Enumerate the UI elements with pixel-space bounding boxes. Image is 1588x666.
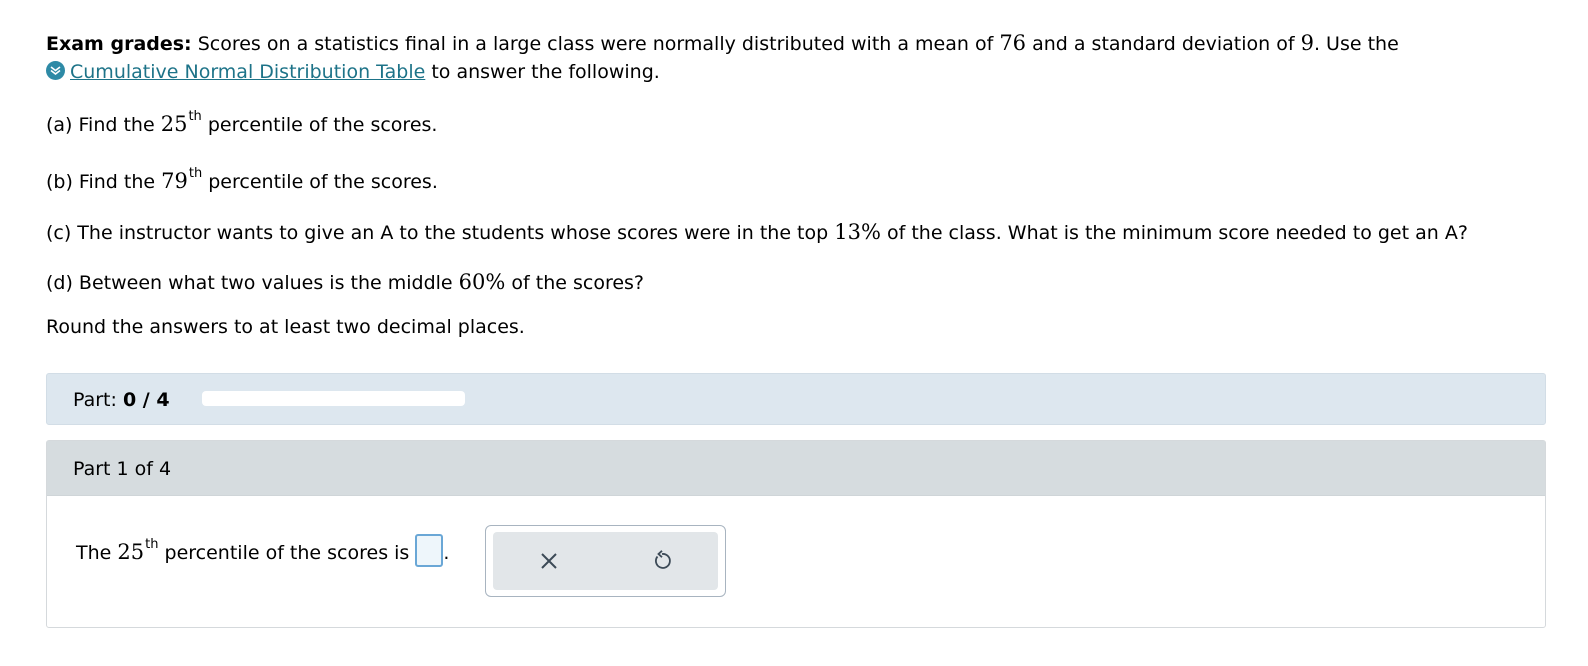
undo-icon[interactable] (650, 549, 674, 573)
progress-value: 0 / 4 (122, 389, 170, 411)
problem-intro-2: and a standard deviation of (1032, 33, 1295, 55)
question-a-pre: (a) Find the (46, 114, 155, 136)
rounding-instructions: Round the answers to at least two decima… (46, 316, 525, 338)
problem-line-2: Cumulative Normal Distribution Table to … (46, 59, 660, 83)
question-c-pre: (c) The instructor wants to give an A to… (46, 222, 829, 244)
question-b-post: percentile of the scores. (208, 171, 438, 193)
question-a-sup: th (188, 108, 202, 124)
question-c-num: 13% (834, 220, 881, 244)
expand-chevron-icon[interactable] (46, 61, 65, 80)
progress-label: Part: 0 / 4 (73, 389, 170, 411)
question-b-num: 79 (161, 169, 188, 193)
answer-post: percentile of the scores is (164, 542, 410, 564)
problem-line-1: Exam grades: Scores on a statistics fina… (46, 31, 1399, 55)
question-d-pre: (d) Between what two values is the middl… (46, 272, 453, 294)
progress-panel: Part: 0 / 4 (46, 373, 1546, 425)
answer-line: The 25th percentile of the scores is. (76, 534, 450, 570)
answer-tools-inner (493, 532, 718, 590)
close-icon[interactable] (537, 549, 561, 573)
question-d-num: 60% (458, 270, 506, 294)
answer-sup: th (145, 536, 159, 552)
answer-input[interactable] (415, 534, 444, 567)
question-a: (a) Find the 25th percentile of the scor… (46, 108, 438, 136)
question-d-post: of the scores? (511, 272, 645, 294)
mean-value: 76 (999, 31, 1027, 55)
problem-intro-3: . Use the (1313, 33, 1399, 55)
question-a-num: 25 (160, 112, 188, 136)
progress-bar (202, 391, 465, 406)
question-c: (c) The instructor wants to give an A to… (46, 220, 1468, 244)
answer-end: . (443, 542, 450, 564)
question-c-post: of the class. What is the minimum score … (886, 222, 1468, 244)
normal-table-link[interactable]: Cumulative Normal Distribution Table (70, 61, 425, 83)
part-header-title: Part 1 of 4 (73, 458, 172, 480)
question-a-post: percentile of the scores. (207, 114, 438, 136)
sd-value: 9 (1300, 31, 1314, 55)
answer-tools (485, 525, 726, 597)
progress-label-text: Part: (73, 389, 117, 411)
problem-title: Exam grades: (46, 33, 192, 55)
part-panel: Part 1 of 4 The 25th percentile of the s… (46, 440, 1546, 628)
question-b-pre: (b) Find the (46, 171, 156, 193)
question-b: (b) Find the 79th percentile of the scor… (46, 165, 438, 193)
answer-num: 25 (117, 540, 145, 564)
answer-pre: The (76, 542, 112, 564)
question-b-sup: th (188, 165, 203, 181)
problem-intro-1: Scores on a statistics final in a large … (197, 33, 994, 55)
question-d: (d) Between what two values is the middl… (46, 270, 644, 294)
part-header: Part 1 of 4 (47, 441, 1545, 496)
problem-intro-4: to answer the following. (431, 61, 660, 83)
